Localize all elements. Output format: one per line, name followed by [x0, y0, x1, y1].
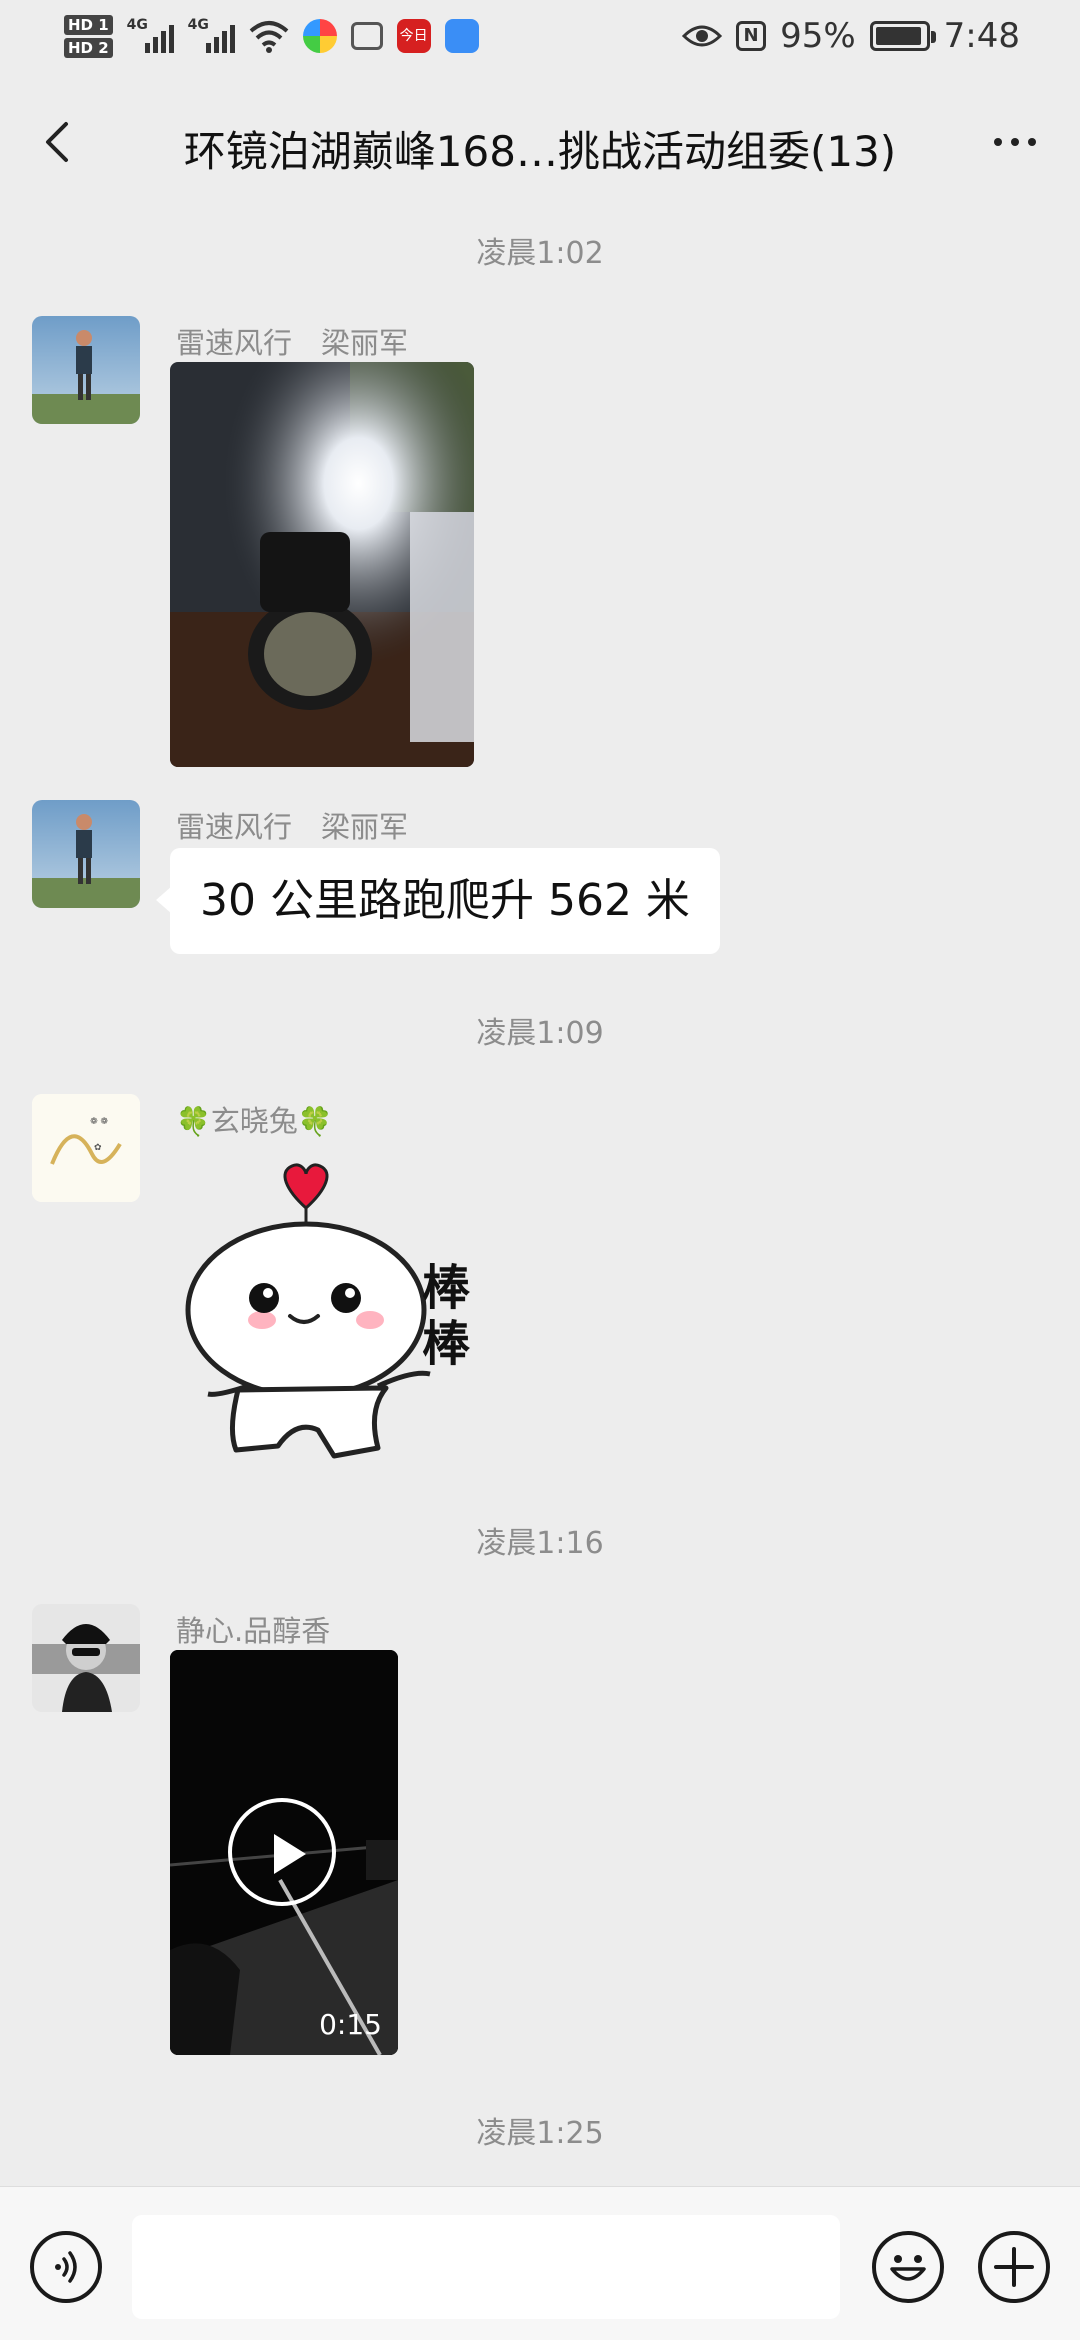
- add-attachment-icon[interactable]: [978, 2231, 1050, 2303]
- signal-1-icon: 4G: [127, 17, 174, 53]
- hd2-badge: HD 2: [64, 37, 113, 58]
- sender-name: 雷速风行 梁丽军: [176, 810, 409, 844]
- avatar[interactable]: [32, 316, 140, 424]
- signal-2-icon: 4G: [188, 17, 235, 53]
- avatar[interactable]: ❁ ❁ ✿: [32, 1094, 140, 1202]
- svg-text:✿: ✿: [94, 1143, 102, 1153]
- timestamp: 凌晨1:16: [476, 1526, 604, 1561]
- hd-indicators: HD 1 HD 2: [64, 14, 113, 58]
- clock: 7:48: [943, 16, 1020, 56]
- status-bar: HD 1 HD 2 4G 4G 今日 N 95% 7:48: [0, 0, 1080, 72]
- app-notification-icon: [302, 19, 337, 53]
- photo-message[interactable]: [170, 362, 474, 767]
- hd1-badge: HD 1: [64, 14, 113, 35]
- svg-text:❁ ❁: ❁ ❁: [90, 1117, 108, 1127]
- video-message[interactable]: 0:15: [170, 1650, 398, 2055]
- clover-icon: 🍀: [297, 1105, 333, 1138]
- timestamp: 凌晨1:09: [476, 1016, 604, 1051]
- battery-percent: 95%: [780, 16, 856, 56]
- video-duration: 0:15: [319, 2008, 382, 2041]
- eye-icon: [682, 25, 723, 47]
- avatar[interactable]: [32, 800, 140, 908]
- chat-title: 环镜泊湖巅峰168…挑战活动组委(13): [183, 127, 897, 176]
- sticker-caption: 棒棒: [422, 1260, 471, 1372]
- folder-notification-icon: [350, 22, 383, 50]
- play-icon[interactable]: [228, 1798, 336, 1906]
- timestamp: 凌晨1:02: [476, 236, 604, 271]
- sticker-message[interactable]: 棒棒: [178, 1160, 488, 1460]
- message-input-bar: [0, 2186, 1080, 2340]
- back-arrow-icon[interactable]: [30, 112, 90, 172]
- battery-icon: [869, 21, 936, 51]
- sender-name: 雷速风行 梁丽军: [176, 326, 409, 360]
- messenger-app-icon: [444, 19, 479, 53]
- voice-input-icon[interactable]: [30, 2231, 102, 2303]
- news-app-icon: 今日: [396, 19, 431, 53]
- battery-fill: [875, 27, 922, 45]
- text-message[interactable]: 30 公里路跑爬升 562 米: [156, 848, 720, 954]
- wifi-icon: [249, 21, 288, 53]
- timestamp: 凌晨1:25: [476, 2116, 604, 2151]
- sender-name: 静心.品醇香: [176, 1614, 331, 1648]
- avatar[interactable]: [32, 1604, 140, 1712]
- emoji-icon[interactable]: [872, 2231, 944, 2303]
- clover-icon: 🍀: [176, 1105, 211, 1138]
- sender-name: 🍀玄晓兔🍀: [176, 1104, 333, 1138]
- more-options-icon[interactable]: [980, 120, 1050, 164]
- nfc-icon: N: [736, 21, 767, 51]
- message-input[interactable]: [132, 2215, 840, 2319]
- chat-header: 环镜泊湖巅峰168…挑战活动组委(13): [0, 72, 1080, 212]
